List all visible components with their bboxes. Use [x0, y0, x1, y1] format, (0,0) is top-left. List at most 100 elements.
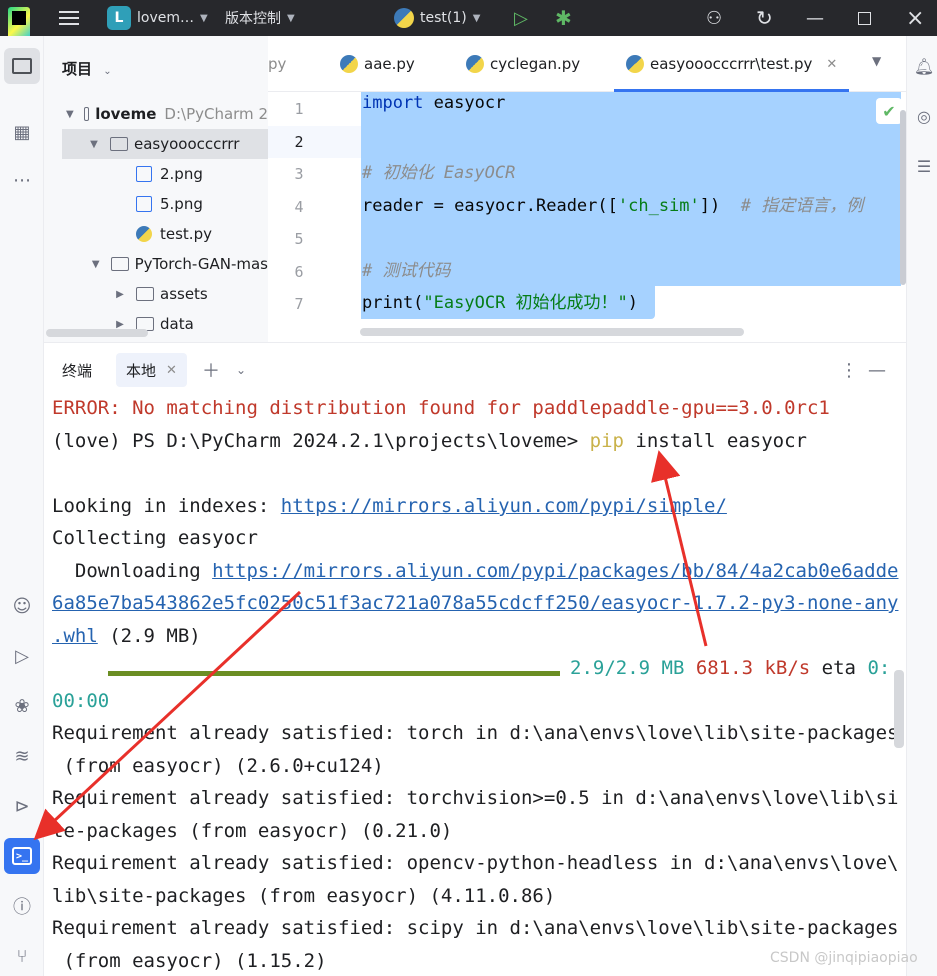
image-file-icon: [136, 196, 152, 212]
inspection-ok-check-icon[interactable]: ✔: [876, 98, 902, 124]
tab-cyclegan-py[interactable]: cyclegan.py: [466, 36, 580, 92]
left-tool-strip: ▦ ⋯ ☺ ▷ ❀ ≋ ⊳ >_ ⓘ ⑂: [0, 36, 44, 976]
tree-item-2-png[interactable]: 2.png: [44, 159, 268, 189]
download-url-link[interactable]: https://mirrors.aliyun.com/pypi/packages…: [212, 560, 898, 582]
add-user-icon[interactable]: ⚇: [706, 0, 722, 36]
close-tab-icon[interactable]: ✕: [166, 363, 177, 378]
command-args: install easyocr: [623, 430, 807, 452]
tab-label: 本地: [126, 361, 157, 380]
code-line-4: reader = easyocr.Reader(['ch_sim']) # 指定…: [362, 191, 863, 224]
line-number: 3: [294, 165, 304, 183]
more-tools-icon[interactable]: ⋯: [4, 162, 40, 198]
index-url-link[interactable]: https://mirrors.aliyun.com/pypi/simple/: [281, 495, 727, 517]
title-bar: L lovem… ▼ 版本控制 ▼ test(1) ▼ ▷ ✱ ⚇ ↻ — ×: [0, 0, 937, 43]
tree-item-label: data: [160, 315, 194, 333]
project-panel-header[interactable]: 项目 ⌄: [62, 58, 112, 79]
services-icon[interactable]: ⊳: [4, 788, 40, 824]
tabs-overflow-chevron-icon[interactable]: ▼: [872, 54, 881, 68]
project-badge[interactable]: L: [107, 6, 131, 30]
chevron-down-icon: ▼: [200, 12, 208, 24]
image-file-icon: [136, 166, 152, 182]
terminal-line: Collecting easyocr: [52, 527, 258, 549]
tab-aae-py[interactable]: aae.py: [340, 36, 415, 92]
tree-item-label: easyooocccrrr: [134, 135, 240, 153]
code-editor[interactable]: 1 2 3 4 5 6 7 import easyocr # 初始化 EasyO…: [268, 92, 906, 342]
tab-local-terminal[interactable]: 本地 ✕: [116, 353, 187, 387]
folder-icon: [12, 58, 32, 74]
database-icon[interactable]: ☰: [912, 154, 936, 178]
project-tool-button[interactable]: [4, 48, 40, 84]
tab-test-py[interactable]: easyooocccrrr\test.py ✕: [614, 36, 850, 92]
terminal-vertical-scrollbar[interactable]: [894, 670, 904, 748]
line-number: 5: [294, 230, 304, 248]
terminal-title: 终端: [62, 361, 93, 380]
editor-vertical-scrollbar[interactable]: [900, 110, 906, 285]
tree-item-label: PyTorch-GAN-mas: [134, 255, 268, 273]
chevron-down-icon: ▼: [472, 12, 481, 24]
project-horizontal-scrollbar[interactable]: [46, 329, 148, 337]
tree-item-label: loveme: [95, 105, 157, 123]
run-icon[interactable]: ▷: [514, 0, 528, 36]
tree-item-loveme[interactable]: ▼ loveme D:\PyCharm 2: [44, 99, 268, 129]
code-text: print(: [362, 293, 424, 313]
terminal-output[interactable]: ERROR: No matching distribution found fo…: [44, 396, 906, 976]
vcs-menu[interactable]: 版本控制 ▼: [225, 0, 295, 36]
tab-label: aae.py: [364, 55, 415, 73]
python-file-icon: [136, 226, 152, 242]
download-url-link[interactable]: 6a85e7ba543862e5fc0250c51f3ac721a078a55c…: [52, 592, 898, 625]
run-configuration-selector[interactable]: test(1) ▼: [394, 0, 480, 36]
progress-size: 2.9/2.9 MB: [570, 657, 685, 679]
chevron-down-icon: ▼: [287, 12, 295, 24]
editor-horizontal-scrollbar[interactable]: [360, 328, 744, 336]
code-string: 'ch_sim': [617, 196, 700, 216]
tree-item-5-png[interactable]: 5.png: [44, 189, 268, 219]
command-pip: pip: [589, 430, 624, 452]
more-options-icon[interactable]: ⋮: [840, 343, 858, 397]
main-menu-icon[interactable]: [58, 0, 80, 36]
terminal-icon: >_: [12, 847, 32, 865]
minimize-window-icon[interactable]: —: [806, 0, 824, 36]
tab-label: cyclegan.py: [490, 55, 581, 73]
code-comment: # 指定语言，例: [740, 196, 864, 216]
git-branch-icon[interactable]: ⑂: [4, 938, 40, 974]
progress-eta: 0:: [867, 657, 891, 679]
notifications-bell-icon[interactable]: 🔔︎: [912, 54, 936, 78]
python-packages-icon[interactable]: ☺: [4, 588, 40, 624]
tree-item-assets[interactable]: ▶ assets: [44, 279, 268, 309]
maximize-window-icon[interactable]: [858, 0, 871, 36]
close-window-icon[interactable]: ×: [906, 0, 924, 36]
terminal-tool-button[interactable]: >_: [4, 838, 40, 874]
problems-icon[interactable]: ⓘ: [4, 888, 40, 924]
terminal-text: Looking in indexes:: [52, 495, 281, 517]
run-tool-icon[interactable]: ▷: [4, 638, 40, 674]
download-url-link[interactable]: .whl: [52, 625, 98, 647]
right-tool-strip: 🔔︎ ◎ ☰: [906, 36, 937, 976]
python-console-icon[interactable]: ❀: [4, 688, 40, 724]
editor-tab-bar: py aae.py cyclegan.py easyooocccrrr\test…: [268, 36, 906, 92]
new-terminal-plus-icon[interactable]: ＋: [202, 343, 220, 397]
tree-item-label: test.py: [160, 225, 212, 243]
refresh-icon[interactable]: ↻: [756, 0, 773, 36]
hide-panel-icon[interactable]: —: [868, 343, 886, 397]
tab-label: py: [268, 55, 287, 73]
ai-assistant-icon[interactable]: ◎: [912, 104, 936, 128]
download-progress-bar: [108, 671, 560, 676]
tree-item-easyooocccrrr[interactable]: ▼ easyooocccrrr: [62, 129, 268, 159]
code-line-1: import easyocr: [362, 93, 505, 126]
tree-item-label: assets: [160, 285, 208, 303]
tab-label: easyooocccrrr\test.py: [650, 55, 813, 73]
structure-icon[interactable]: ▦: [4, 114, 40, 150]
tree-item-test-py[interactable]: test.py: [44, 219, 268, 249]
debug-bug-icon[interactable]: ✱: [555, 0, 572, 36]
tree-item-path: D:\PyCharm 2: [164, 105, 268, 123]
project-name: lovem…: [137, 10, 194, 26]
close-tab-icon[interactable]: ✕: [826, 57, 837, 72]
tree-item-pytorch-gan[interactable]: ▼ PyTorch-GAN-mas: [44, 249, 268, 279]
terminal-line: Requirement already satisfied: opencv-py…: [52, 852, 899, 874]
tab-py[interactable]: py: [268, 36, 286, 92]
project-switcher[interactable]: lovem… ▼: [137, 0, 208, 36]
terminal-text: (2.9 MB): [97, 625, 201, 647]
terminal-line-progress: 2.9/2.9 MB 681.3 kB/s eta 0:: [570, 657, 890, 690]
layers-icon[interactable]: ≋: [4, 738, 40, 774]
chevron-down-icon[interactable]: ⌄: [236, 343, 246, 397]
